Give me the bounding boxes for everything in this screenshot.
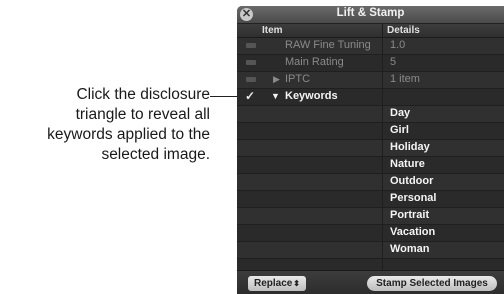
list-row[interactable]: Holiday	[237, 140, 504, 157]
keyword-value: Day	[390, 107, 411, 119]
disclosure-triangle-right-icon[interactable]: ▶	[273, 74, 280, 85]
keyword-value: Girl	[390, 124, 409, 136]
callout-line-3: keywords applied to the	[47, 126, 210, 143]
title-bar: ✕ Lift & Stamp	[237, 6, 504, 24]
chevron-updown-icon: ⬍	[293, 279, 300, 288]
keyword-value: Woman	[390, 243, 430, 255]
list-row[interactable]: Day	[237, 106, 504, 123]
adjustments-list: RAW Fine Tuning 1.0 Main Rating 5 ▶ IPTC…	[237, 38, 504, 270]
list-row[interactable]: ▶ IPTC 1 item	[237, 72, 504, 89]
column-divider	[382, 24, 383, 37]
column-divider	[382, 38, 383, 270]
list-row[interactable]: Girl	[237, 123, 504, 140]
stamp-selected-images-button[interactable]: Stamp Selected Images	[367, 276, 497, 291]
keyword-value: Holiday	[390, 141, 430, 153]
column-header-item[interactable]: Item	[262, 25, 283, 36]
callout-line-1: Click the disclosure	[76, 86, 210, 103]
checkbox[interactable]	[246, 77, 256, 82]
detail-value: 1.0	[390, 39, 406, 51]
checkbox[interactable]	[246, 60, 256, 65]
lift-stamp-panel: ✕ Lift & Stamp Item Details RAW Fine Tun…	[237, 6, 504, 294]
footer-bar: Replace ⬍ Stamp Selected Images	[237, 270, 504, 294]
list-row-empty	[237, 259, 504, 270]
list-row[interactable]: Vacation	[237, 225, 504, 242]
list-row[interactable]: RAW Fine Tuning 1.0	[237, 38, 504, 55]
window-title: Lift & Stamp	[336, 7, 405, 19]
item-label: RAW Fine Tuning	[285, 39, 371, 51]
item-label: Keywords	[285, 90, 338, 102]
disclosure-triangle-down-icon[interactable]: ▼	[271, 91, 280, 101]
callout-line-2: triangle to reveal all	[75, 106, 210, 123]
detail-value: 5	[390, 56, 397, 68]
list-row[interactable]: Woman	[237, 242, 504, 259]
detail-value: 1 item	[390, 73, 420, 85]
column-header: Item Details	[237, 24, 504, 38]
list-row[interactable]: Portrait	[237, 208, 504, 225]
keyword-value: Nature	[390, 158, 425, 170]
keyword-value: Vacation	[390, 226, 436, 238]
callout-text: Click the disclosure triangle to reveal …	[4, 85, 210, 165]
keyword-value: Outdoor	[390, 175, 434, 187]
callout-line-4: selected image.	[101, 146, 210, 163]
list-row[interactable]: Main Rating 5	[237, 55, 504, 72]
column-header-details[interactable]: Details	[387, 25, 420, 36]
replace-popup-button[interactable]: Replace ⬍	[248, 276, 306, 291]
checkbox[interactable]	[246, 43, 256, 48]
keyword-value: Portrait	[390, 209, 430, 221]
keyword-value: Personal	[390, 192, 437, 204]
item-label: IPTC	[285, 73, 311, 85]
item-label: Main Rating	[285, 56, 344, 68]
replace-label: Replace	[254, 278, 293, 289]
list-row[interactable]: Personal	[237, 191, 504, 208]
list-row[interactable]: Nature	[237, 157, 504, 174]
list-row[interactable]: ✓ ▼ Keywords	[237, 89, 504, 106]
checkmark-icon[interactable]: ✓	[245, 89, 255, 103]
list-row[interactable]: Outdoor	[237, 174, 504, 191]
